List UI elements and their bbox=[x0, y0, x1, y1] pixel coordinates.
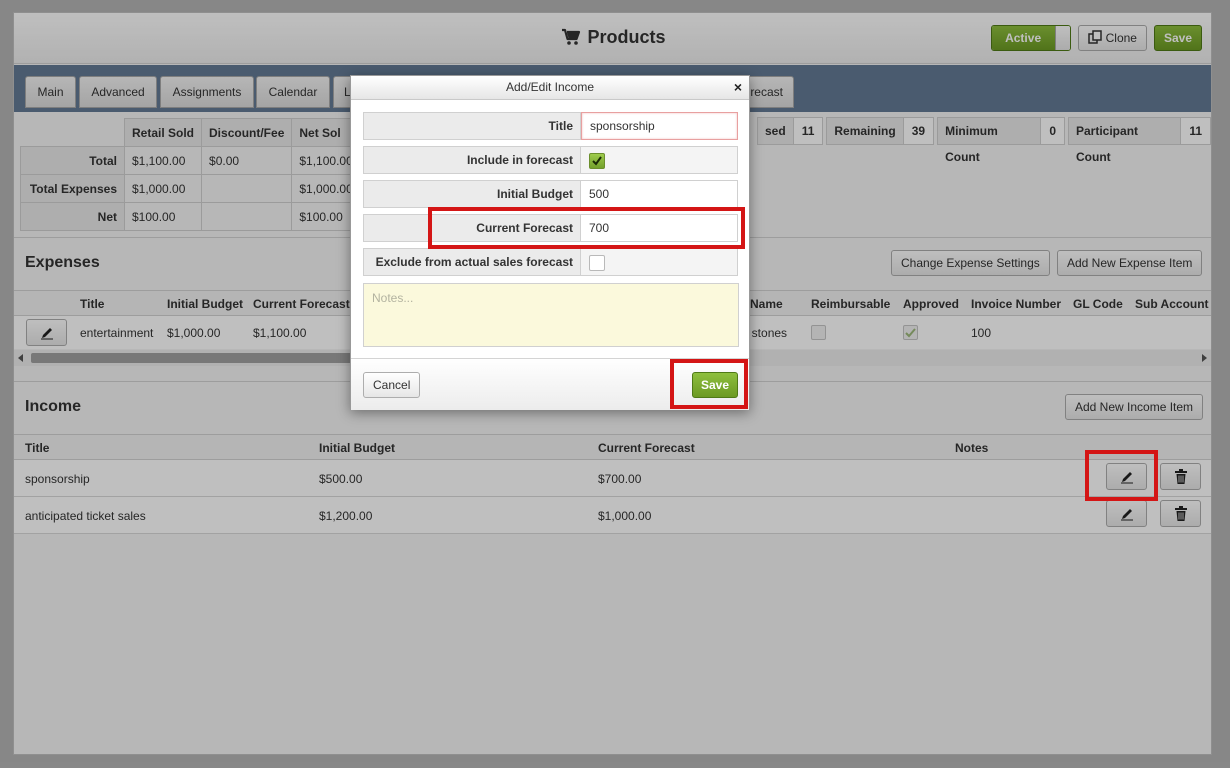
initial-budget-label: Initial Budget bbox=[363, 180, 581, 208]
checkmark-icon bbox=[592, 156, 602, 166]
save-button-highlight bbox=[670, 359, 748, 409]
exclude-forecast-label: Exclude from actual sales forecast bbox=[363, 248, 581, 276]
current-forecast-highlight bbox=[428, 207, 745, 249]
include-forecast-field bbox=[581, 146, 738, 174]
exclude-forecast-field bbox=[581, 248, 738, 276]
include-forecast-label: Include in forecast bbox=[363, 146, 581, 174]
exclude-forecast-checkbox[interactable] bbox=[589, 255, 605, 271]
initial-budget-input[interactable] bbox=[581, 180, 738, 208]
dialog-title: Add/Edit Income bbox=[505, 80, 595, 94]
close-icon[interactable]: × bbox=[734, 76, 742, 99]
title-field-row: Title bbox=[363, 112, 738, 140]
include-forecast-checkbox[interactable] bbox=[589, 153, 605, 169]
dialog-title-bar: Add/Edit Income × bbox=[351, 76, 749, 100]
edit-income-highlight bbox=[1085, 450, 1158, 501]
include-forecast-row: Include in forecast bbox=[363, 146, 738, 174]
cancel-button[interactable]: Cancel bbox=[363, 372, 421, 398]
exclude-forecast-row: Exclude from actual sales forecast bbox=[363, 248, 738, 276]
notes-textarea[interactable] bbox=[363, 283, 739, 347]
title-label: Title bbox=[363, 112, 581, 140]
title-input[interactable] bbox=[581, 112, 738, 140]
initial-budget-row: Initial Budget bbox=[363, 180, 738, 208]
